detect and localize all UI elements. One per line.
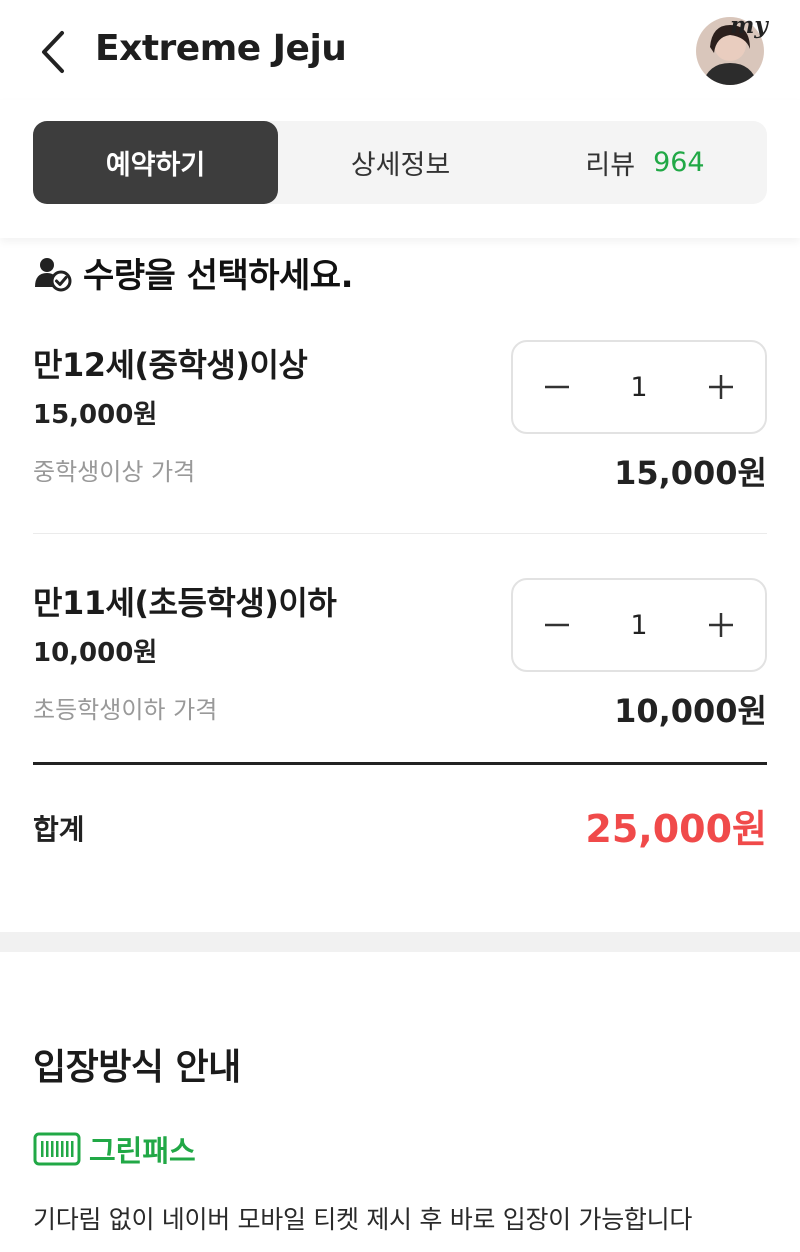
tab-bar-container: 예약하기 상세정보 리뷰 964 (0, 100, 800, 238)
section-separator (0, 932, 800, 952)
minus-icon (545, 385, 569, 389)
total-label: 합계 (33, 813, 85, 846)
tab-reviews[interactable]: 리뷰 964 (523, 121, 767, 204)
app-header: Extreme Jeju my (0, 0, 800, 100)
decrease-button[interactable] (517, 342, 597, 432)
tab-details-label: 상세정보 (350, 150, 451, 181)
person-check-icon (35, 257, 72, 291)
quantity-value[interactable]: 1 (593, 342, 685, 432)
tab-reviews-label: 리뷰 (585, 150, 636, 181)
ticket-description: 중학생이상 가격 (33, 458, 196, 486)
ticket-subtotal: 10,000원 (614, 692, 767, 730)
quantity-value[interactable]: 1 (593, 580, 685, 670)
back-button[interactable] (30, 26, 76, 78)
green-pass-row: 그린패스 (33, 1128, 196, 1170)
tab-bar: 예약하기 상세정보 리뷰 964 (33, 121, 767, 204)
entry-guide-title: 입장방식 안내 (33, 1047, 241, 1088)
entry-guide-description: 기다림 없이 네이버 모바일 티켓 제시 후 바로 입장이 가능합니다 (33, 1205, 693, 1234)
tab-reservation-label: 예약하기 (105, 150, 206, 181)
divider (33, 533, 767, 534)
ticket-name: 만11세(초등학생)이하 (33, 584, 337, 622)
quantity-stepper: 1 (511, 340, 767, 434)
increase-button[interactable] (681, 580, 761, 670)
tab-reservation[interactable]: 예약하기 (33, 121, 278, 204)
ticket-item: 만11세(초등학생)이하 10,000원 초등학생이하 가격 1 10,000원 (33, 578, 767, 738)
increase-button[interactable] (681, 342, 761, 432)
section-title: 수량을 선택하세요. (83, 256, 354, 296)
my-badge: my (730, 12, 768, 39)
plus-icon (709, 375, 733, 399)
plus-icon (709, 613, 733, 637)
ticket-name: 만12세(중학생)이상 (33, 346, 308, 384)
ticket-price: 15,000원 (33, 400, 158, 430)
green-pass-label: 그린패스 (89, 1134, 196, 1168)
tab-details[interactable]: 상세정보 (278, 121, 523, 204)
total-amount: 25,000원 (585, 807, 767, 851)
ticket-item: 만12세(중학생)이상 15,000원 중학생이상 가격 1 15,000원 (33, 340, 767, 500)
total-divider (33, 762, 767, 765)
minus-icon (545, 623, 569, 627)
ticket-barcode-icon (33, 1132, 81, 1166)
review-count: 964 (653, 147, 705, 178)
quantity-stepper: 1 (511, 578, 767, 672)
ticket-description: 초등학생이하 가격 (33, 696, 218, 724)
chevron-left-icon (42, 31, 64, 73)
ticket-subtotal: 15,000원 (614, 454, 767, 492)
quantity-section-heading: 수량을 선택하세요. (33, 248, 354, 297)
page-title: Extreme Jeju (95, 28, 347, 69)
decrease-button[interactable] (517, 580, 597, 670)
ticket-price: 10,000원 (33, 638, 158, 668)
